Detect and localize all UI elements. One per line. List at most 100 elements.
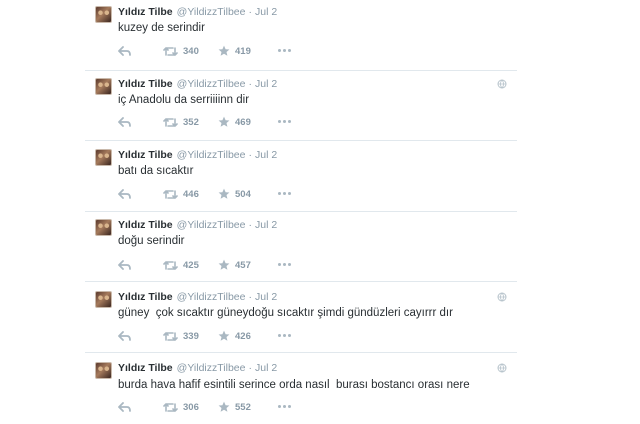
more-dots-icon <box>278 49 281 52</box>
avatar[interactable] <box>95 6 112 23</box>
tweet-text: güney çok sıcaktır güneydoğu sıcaktır şi… <box>118 307 453 319</box>
author-name[interactable]: Yıldız Tilbe <box>118 6 173 18</box>
separator: · <box>248 362 252 374</box>
more-dots-icon <box>288 49 291 52</box>
more-button[interactable] <box>278 405 291 408</box>
more-dots-icon <box>278 405 281 408</box>
separator: · <box>248 219 252 231</box>
more-button[interactable] <box>278 192 291 195</box>
reply-icon <box>118 330 131 341</box>
timestamp[interactable]: Jul 2 <box>255 6 277 18</box>
author-name[interactable]: Yıldız Tilbe <box>118 78 173 90</box>
favorite-button[interactable]: 552 <box>218 400 251 414</box>
author-name[interactable]: Yıldız Tilbe <box>118 291 173 303</box>
reply-button[interactable] <box>118 115 131 129</box>
timestamp[interactable]: Jul 2 <box>255 78 277 90</box>
more-button[interactable] <box>278 49 291 52</box>
author-handle[interactable]: @YildizzTilbee <box>177 291 246 303</box>
timestamp[interactable]: Jul 2 <box>255 362 277 374</box>
tweet-text: burda hava hafif esintili serince orda n… <box>118 379 470 391</box>
retweet-button[interactable]: 340 <box>163 44 199 58</box>
reply-button[interactable] <box>118 400 131 414</box>
retweet-count: 446 <box>183 188 199 200</box>
retweet-button[interactable]: 306 <box>163 400 199 414</box>
more-dots-icon <box>283 120 286 123</box>
more-button[interactable] <box>278 120 291 123</box>
retweet-icon <box>163 189 178 199</box>
tweet-header: Yıldız Tilbe @YildizzTilbee · Jul 2 <box>118 6 277 19</box>
retweet-icon <box>163 46 178 56</box>
tweet-text: iç Anadolu da serriiiinn dir <box>118 94 250 106</box>
globe-icon <box>497 79 507 89</box>
more-dots-icon <box>283 263 286 266</box>
author-handle[interactable]: @YildizzTilbee <box>177 6 246 18</box>
more-button[interactable] <box>278 263 291 266</box>
avatar[interactable] <box>95 78 112 95</box>
reply-button[interactable] <box>118 258 131 272</box>
tweet-item[interactable]: Yıldız Tilbe @YildizzTilbee · Jul 2 batı da… <box>85 141 517 212</box>
more-dots-icon <box>288 405 291 408</box>
timestamp[interactable]: Jul 2 <box>255 219 277 231</box>
star-icon <box>218 45 230 56</box>
avatar[interactable] <box>95 219 112 236</box>
reply-button[interactable] <box>118 187 131 201</box>
timestamp[interactable]: Jul 2 <box>255 149 277 161</box>
more-dots-icon <box>283 49 286 52</box>
tweet-text: kuzey de serindir <box>118 22 205 34</box>
retweet-count: 352 <box>183 116 199 128</box>
retweet-count: 425 <box>183 259 199 271</box>
avatar[interactable] <box>95 362 112 379</box>
separator: · <box>248 78 252 90</box>
favorite-count: 504 <box>235 188 251 200</box>
author-name[interactable]: Yıldız Tilbe <box>118 149 173 161</box>
tweet-feed: Yıldız Tilbe @YildizzTilbee · Jul 2 kuzey d… <box>85 0 517 423</box>
star-icon <box>218 330 230 341</box>
author-name[interactable]: Yıldız Tilbe <box>118 362 173 374</box>
author-handle[interactable]: @YildizzTilbee <box>177 149 246 161</box>
author-handle[interactable]: @YildizzTilbee <box>177 219 246 231</box>
separator: · <box>248 6 252 18</box>
tweet-item[interactable]: Yıldız Tilbe @YildizzTilbee · Jul 2 güney ç… <box>85 282 517 353</box>
retweet-icon <box>163 402 178 412</box>
retweet-icon <box>163 117 178 127</box>
retweet-button[interactable]: 352 <box>163 115 199 129</box>
retweet-icon <box>163 331 178 341</box>
avatar[interactable] <box>95 149 112 166</box>
tweet-header: Yıldız Tilbe @YildizzTilbee · Jul 2 <box>118 149 277 162</box>
favorite-button[interactable]: 426 <box>218 329 251 343</box>
tweet-item[interactable]: Yıldız Tilbe @YildizzTilbee · Jul 2 iç Anad… <box>85 70 517 141</box>
author-name[interactable]: Yıldız Tilbe <box>118 219 173 231</box>
more-dots-icon <box>288 120 291 123</box>
favorite-button[interactable]: 419 <box>218 44 251 58</box>
avatar[interactable] <box>95 291 112 308</box>
more-dots-icon <box>283 192 286 195</box>
retweet-icon <box>163 260 178 270</box>
favorite-count: 419 <box>235 45 251 57</box>
reply-icon <box>118 259 131 270</box>
star-icon <box>218 259 230 270</box>
more-dots-icon <box>278 192 281 195</box>
tweet-header: Yıldız Tilbe @YildizzTilbee · Jul 2 <box>118 78 277 91</box>
more-dots-icon <box>283 405 286 408</box>
more-dots-icon <box>288 192 291 195</box>
favorite-button[interactable]: 469 <box>218 115 251 129</box>
more-dots-icon <box>283 334 286 337</box>
favorite-count: 457 <box>235 259 251 271</box>
tweet-item[interactable]: Yıldız Tilbe @YildizzTilbee · Jul 2 doğu se… <box>85 211 517 282</box>
globe-icon <box>497 363 507 373</box>
reply-button[interactable] <box>118 329 131 343</box>
favorite-button[interactable]: 504 <box>218 187 251 201</box>
star-icon <box>218 401 230 412</box>
retweet-button[interactable]: 339 <box>163 329 199 343</box>
favorite-count: 552 <box>235 401 251 413</box>
timestamp[interactable]: Jul 2 <box>255 291 277 303</box>
author-handle[interactable]: @YildizzTilbee <box>177 78 246 90</box>
favorite-button[interactable]: 457 <box>218 258 251 272</box>
more-button[interactable] <box>278 334 291 337</box>
tweet-item[interactable]: Yıldız Tilbe @YildizzTilbee · Jul 2 burda h… <box>85 353 517 424</box>
retweet-button[interactable]: 425 <box>163 258 199 272</box>
tweet-item[interactable]: Yıldız Tilbe @YildizzTilbee · Jul 2 kuzey d… <box>85 0 517 71</box>
retweet-button[interactable]: 446 <box>163 187 199 201</box>
author-handle[interactable]: @YildizzTilbee <box>177 362 246 374</box>
reply-button[interactable] <box>118 44 131 58</box>
